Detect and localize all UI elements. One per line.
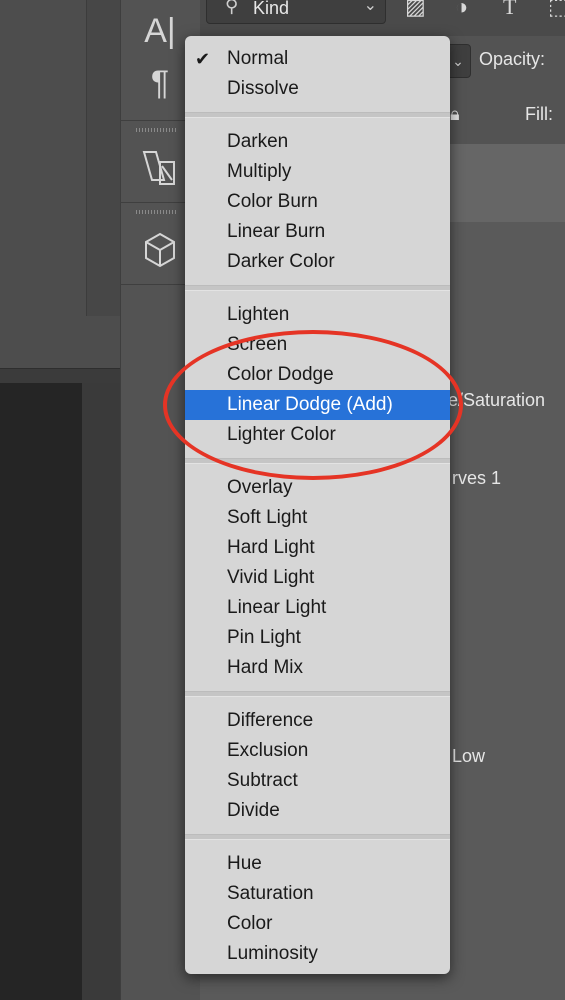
menu-separator xyxy=(185,691,450,697)
menu-item-subtract[interactable]: Subtract xyxy=(185,766,450,796)
menu-item-screen[interactable]: Screen xyxy=(185,330,450,360)
canvas-scroll-strip xyxy=(82,383,120,1000)
menu-item-difference[interactable]: Difference xyxy=(185,706,450,736)
layer-name: Low xyxy=(452,746,486,766)
menu-item-hard-mix[interactable]: Hard Mix xyxy=(185,653,450,683)
menu-separator xyxy=(185,285,450,291)
menu-item-pin-light[interactable]: Pin Light xyxy=(185,623,450,653)
drag-grip[interactable] xyxy=(136,128,176,132)
menu-item-saturation[interactable]: Saturation xyxy=(185,879,450,909)
menu-item-linear-burn[interactable]: Linear Burn xyxy=(185,217,450,247)
menu-item-vivid-light[interactable]: Vivid Light xyxy=(185,563,450,593)
menu-item-linear-dodge-add[interactable]: Linear Dodge (Add) xyxy=(185,390,450,420)
shape-filter-icon[interactable]: ⬚ xyxy=(548,0,565,20)
chevron-down-icon: ⌄ xyxy=(363,0,377,14)
menu-separator xyxy=(185,112,450,118)
blend-mode-menu: ✔ Normal Dissolve Darken Multiply Color … xyxy=(185,36,450,974)
search-icon: ⚲ xyxy=(225,0,239,16)
pixel-filter-icon[interactable]: ▨ xyxy=(405,0,426,20)
menu-item-linear-light[interactable]: Linear Light xyxy=(185,593,450,623)
menu-item-hue[interactable]: Hue xyxy=(185,849,450,879)
cube-icon xyxy=(145,232,175,268)
menu-item-luminosity[interactable]: Luminosity xyxy=(185,939,450,969)
opacity-label: Opacity: xyxy=(479,49,546,69)
type-filter-icon[interactable]: T xyxy=(503,0,516,20)
menu-separator xyxy=(185,834,450,840)
adjustment-filter-icon[interactable]: ◑ xyxy=(455,0,468,20)
menu-item-hard-light[interactable]: Hard Light xyxy=(185,533,450,563)
menu-item-lighter-color[interactable]: Lighter Color xyxy=(185,420,450,450)
menu-item-exclusion[interactable]: Exclusion xyxy=(185,736,450,766)
canvas-divider xyxy=(0,368,120,384)
menu-item-color[interactable]: Color xyxy=(185,909,450,939)
menu-item-multiply[interactable]: Multiply xyxy=(185,157,450,187)
fill-label: Fill: xyxy=(525,104,553,124)
check-icon: ✔ xyxy=(195,49,211,69)
menu-item-dissolve[interactable]: Dissolve xyxy=(185,74,450,104)
menu-item-overlay[interactable]: Overlay xyxy=(185,473,450,503)
menu-item-color-dodge[interactable]: Color Dodge xyxy=(185,360,450,390)
document-canvas xyxy=(0,383,82,1000)
menu-item-color-burn[interactable]: Color Burn xyxy=(185,187,450,217)
menu-item-darken[interactable]: Darken xyxy=(185,127,450,157)
layer-name: rves 1 xyxy=(452,468,502,488)
lock-icon[interactable]: 🔒︎ xyxy=(450,104,460,125)
layers-filter-bar: ⚲ Kind ⌄ ▨ ◑ T ⬚ xyxy=(200,0,565,36)
panel-dock-edge xyxy=(86,0,121,316)
layer-name: e/Saturation xyxy=(448,390,546,410)
menu-item-normal[interactable]: ✔ Normal xyxy=(185,44,450,74)
kind-filter-select[interactable]: ⚲ Kind ⌄ xyxy=(206,0,386,24)
menu-separator xyxy=(185,458,450,464)
drag-grip[interactable] xyxy=(136,210,176,214)
menu-item-soft-light[interactable]: Soft Light xyxy=(185,503,450,533)
transform-icon xyxy=(142,151,175,185)
menu-item-darker-color[interactable]: Darker Color xyxy=(185,247,450,277)
menu-item-divide[interactable]: Divide xyxy=(185,796,450,826)
menu-item-lighten[interactable]: Lighten xyxy=(185,300,450,330)
kind-filter-label: Kind xyxy=(253,0,290,18)
